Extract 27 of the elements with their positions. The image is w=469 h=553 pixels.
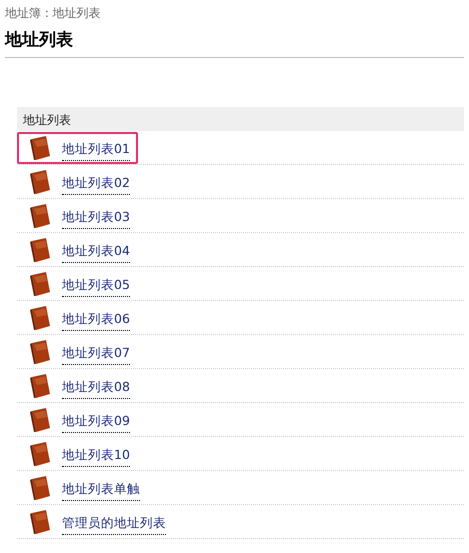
book-icon xyxy=(28,134,52,160)
list-item[interactable]: 地址列表09 xyxy=(17,404,138,436)
book-icon xyxy=(28,270,52,296)
book-icon xyxy=(28,202,52,228)
list-item[interactable]: 地址列表06 xyxy=(17,302,138,334)
book-icon xyxy=(28,168,52,194)
list-item[interactable]: 地址列表02 xyxy=(17,166,138,198)
list-item[interactable]: 地址列表07 xyxy=(17,336,138,368)
list-item[interactable]: 地址列表05 xyxy=(17,268,138,300)
book-icon xyxy=(28,474,52,500)
list-header: 地址列表 xyxy=(17,107,464,131)
list-item[interactable]: 地址列表03 xyxy=(17,200,138,232)
list-item[interactable]: 管理员的地址列表 xyxy=(17,506,174,538)
list-item[interactable]: 地址列表04 xyxy=(17,234,138,266)
book-icon xyxy=(28,372,52,398)
page-title: 地址列表 xyxy=(5,29,464,58)
book-icon xyxy=(28,338,52,364)
list-item[interactable]: 地址列表01 xyxy=(17,132,138,164)
list-item[interactable]: 地址列表10 xyxy=(17,438,138,470)
list-item[interactable]: 地址列表08 xyxy=(17,370,138,402)
list-item[interactable]: 地址列表单触 xyxy=(17,472,148,504)
book-icon xyxy=(28,440,52,466)
book-icon xyxy=(28,236,52,262)
book-icon xyxy=(28,406,52,432)
book-icon xyxy=(28,304,52,330)
breadcrumb: 地址簿 : 地址列表 xyxy=(5,5,102,22)
book-icon xyxy=(28,508,52,534)
